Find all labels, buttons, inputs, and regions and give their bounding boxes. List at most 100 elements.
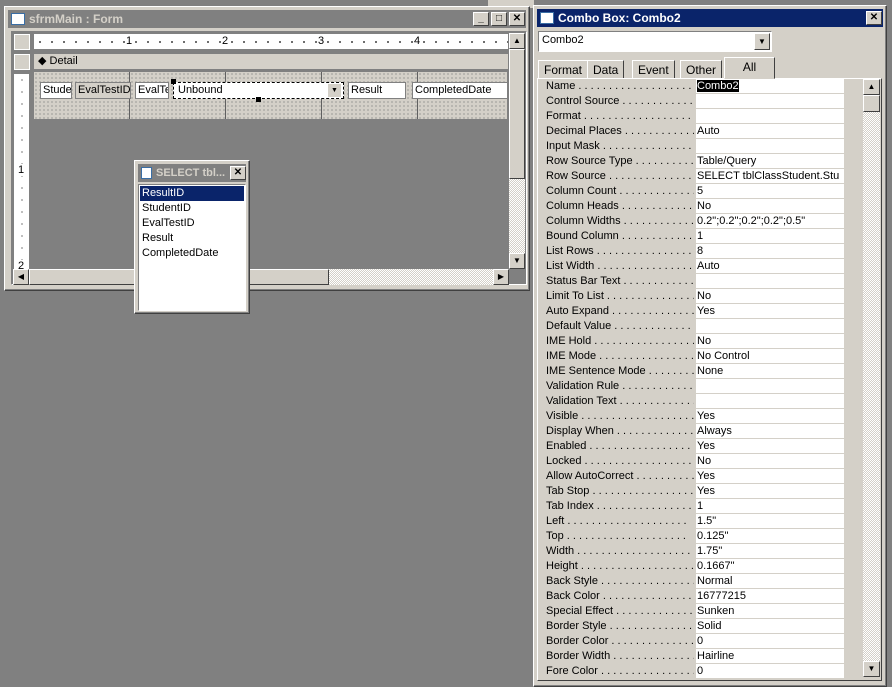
- property-row[interactable]: Control Source . . . . . . . . . . . . .…: [540, 94, 846, 109]
- property-row[interactable]: Width . . . . . . . . . . . . . . . . . …: [540, 544, 846, 559]
- property-row[interactable]: Left . . . . . . . . . . . . . . . . . .…: [540, 514, 846, 529]
- result-field[interactable]: Result: [348, 82, 406, 99]
- dropdown-arrow-icon[interactable]: ▼: [754, 33, 770, 50]
- property-value[interactable]: Auto: [696, 124, 844, 139]
- ruler-corner[interactable]: [14, 34, 30, 50]
- property-row[interactable]: Column Count . . . . . . . . . . . . . .…: [540, 184, 846, 199]
- property-value[interactable]: 5: [696, 184, 844, 199]
- property-value[interactable]: Normal: [696, 574, 844, 589]
- combo2-control[interactable]: Unbound ▼: [171, 79, 344, 102]
- property-value[interactable]: 1: [696, 229, 844, 244]
- property-row[interactable]: Border Width . . . . . . . . . . . . . .…: [540, 649, 846, 664]
- property-value[interactable]: [696, 274, 844, 289]
- property-row[interactable]: Row Source . . . . . . . . . . . . . . .…: [540, 169, 846, 184]
- property-value[interactable]: [696, 394, 844, 409]
- scroll-right-button[interactable]: ▶: [493, 269, 509, 285]
- property-value[interactable]: 0: [696, 634, 844, 649]
- field-item[interactable]: Result: [140, 231, 244, 246]
- property-value[interactable]: No: [696, 454, 844, 469]
- property-row[interactable]: Allow AutoCorrect . . . . . . . . . . . …: [540, 469, 846, 484]
- scroll-down-button[interactable]: ▼: [863, 661, 880, 677]
- property-value[interactable]: 1.75": [696, 544, 844, 559]
- evaltestid-label[interactable]: EvalTestID: [75, 82, 131, 99]
- property-row[interactable]: Locked . . . . . . . . . . . . . . . . .…: [540, 454, 846, 469]
- property-row[interactable]: Visible . . . . . . . . . . . . . . . . …: [540, 409, 846, 424]
- property-row[interactable]: Back Color . . . . . . . . . . . . . . .…: [540, 589, 846, 604]
- property-value[interactable]: Combo2: [696, 79, 844, 94]
- property-value[interactable]: No: [696, 289, 844, 304]
- property-value[interactable]: 0.1667": [696, 559, 844, 574]
- property-value[interactable]: [696, 94, 844, 109]
- section-selector[interactable]: [14, 54, 30, 70]
- property-row[interactable]: Status Bar Text . . . . . . . . . . . . …: [540, 274, 846, 289]
- property-row[interactable]: Validation Text . . . . . . . . . . . . …: [540, 394, 846, 409]
- field-list-title-bar[interactable]: SELECT tbl... ✕: [138, 164, 246, 182]
- property-value[interactable]: 0: [696, 664, 844, 679]
- minimize-button[interactable]: _: [473, 12, 489, 26]
- tab-data[interactable]: Data: [587, 60, 625, 79]
- field-item[interactable]: ResultID: [140, 186, 244, 201]
- property-sheet-close-button[interactable]: ✕: [866, 11, 882, 25]
- property-value[interactable]: Yes: [696, 409, 844, 424]
- evaltest-field[interactable]: EvalTe: [135, 82, 169, 99]
- property-value[interactable]: Solid: [696, 619, 844, 634]
- property-row[interactable]: Default Value . . . . . . . . . . . . . …: [540, 319, 846, 334]
- property-row[interactable]: Height . . . . . . . . . . . . . . . . .…: [540, 559, 846, 574]
- property-row[interactable]: Enabled . . . . . . . . . . . . . . . . …: [540, 439, 846, 454]
- property-value[interactable]: Yes: [696, 484, 844, 499]
- property-value[interactable]: 0.125": [696, 529, 844, 544]
- property-row[interactable]: Decimal Places . . . . . . . . . . . . .…: [540, 124, 846, 139]
- vertical-scrollbar[interactable]: ▲ ▼: [509, 33, 525, 269]
- property-value[interactable]: Sunken: [696, 604, 844, 619]
- property-value[interactable]: No: [696, 334, 844, 349]
- property-value[interactable]: [696, 109, 844, 124]
- property-value[interactable]: SELECT tblClassStudent.Stu: [696, 169, 844, 184]
- property-row[interactable]: Border Style . . . . . . . . . . . . . .…: [540, 619, 846, 634]
- sizing-handle[interactable]: [256, 97, 261, 102]
- property-value[interactable]: 1: [696, 499, 844, 514]
- property-row[interactable]: Display When . . . . . . . . . . . . . .…: [540, 424, 846, 439]
- form-title-bar[interactable]: sfrmMain : Form _ □ ✕: [8, 10, 526, 28]
- property-row[interactable]: Auto Expand . . . . . . . . . . . . . . …: [540, 304, 846, 319]
- property-value[interactable]: Auto: [696, 259, 844, 274]
- property-value[interactable]: No: [696, 199, 844, 214]
- property-row[interactable]: Top . . . . . . . . . . . . . . . . . . …: [540, 529, 846, 544]
- property-value[interactable]: [696, 319, 844, 334]
- property-row[interactable]: Row Source Type . . . . . . . . . . . . …: [540, 154, 846, 169]
- property-value[interactable]: Hairline: [696, 649, 844, 664]
- property-value[interactable]: [696, 139, 844, 154]
- property-row[interactable]: List Width . . . . . . . . . . . . . . .…: [540, 259, 846, 274]
- property-value[interactable]: 8: [696, 244, 844, 259]
- property-value[interactable]: None: [696, 364, 844, 379]
- tab-format[interactable]: Format: [538, 60, 589, 79]
- tab-other[interactable]: Other: [680, 60, 723, 79]
- property-row[interactable]: IME Mode . . . . . . . . . . . . . . . .…: [540, 349, 846, 364]
- property-row[interactable]: Bound Column . . . . . . . . . . . . . .…: [540, 229, 846, 244]
- property-value[interactable]: [696, 379, 844, 394]
- field-list-close-button[interactable]: ✕: [230, 166, 246, 180]
- property-row[interactable]: Column Heads . . . . . . . . . . . . . .…: [540, 199, 846, 214]
- property-row[interactable]: Format . . . . . . . . . . . . . . . . .…: [540, 109, 846, 124]
- scroll-up-button[interactable]: ▲: [509, 33, 525, 49]
- scroll-left-button[interactable]: ◀: [13, 269, 29, 285]
- property-row[interactable]: Tab Index . . . . . . . . . . . . . . . …: [540, 499, 846, 514]
- property-value[interactable]: Yes: [696, 469, 844, 484]
- property-row[interactable]: IME Sentence Mode . . . . . . . . . . . …: [540, 364, 846, 379]
- sizing-handle[interactable]: [171, 79, 176, 84]
- maximize-button[interactable]: □: [491, 12, 507, 26]
- property-row[interactable]: Back Style . . . . . . . . . . . . . . .…: [540, 574, 846, 589]
- property-value[interactable]: 1.5": [696, 514, 844, 529]
- property-row[interactable]: IME Hold . . . . . . . . . . . . . . . .…: [540, 334, 846, 349]
- property-row[interactable]: Limit To List . . . . . . . . . . . . . …: [540, 289, 846, 304]
- property-row[interactable]: Border Color . . . . . . . . . . . . . .…: [540, 634, 846, 649]
- property-sheet-title-bar[interactable]: Combo Box: Combo2 ✕: [537, 9, 883, 27]
- property-value[interactable]: 16777215: [696, 589, 844, 604]
- property-value[interactable]: 0.2";0.2";0.2";0.2";0.5": [696, 214, 844, 229]
- close-button[interactable]: ✕: [509, 12, 525, 26]
- property-scrollbar[interactable]: ▲ ▼: [863, 79, 880, 677]
- horizontal-scrollbar[interactable]: ◀ ▶: [13, 269, 509, 285]
- student-field[interactable]: Stude: [40, 82, 72, 99]
- property-value[interactable]: No Control: [696, 349, 844, 364]
- property-row[interactable]: Column Widths . . . . . . . . . . . . . …: [540, 214, 846, 229]
- object-select[interactable]: Combo2 ▼: [538, 31, 772, 52]
